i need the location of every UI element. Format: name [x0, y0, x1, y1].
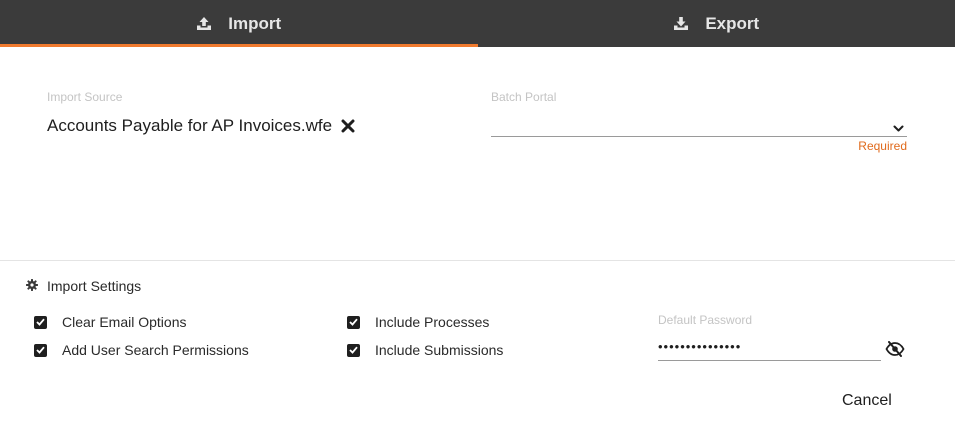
batch-portal-required: Required [858, 139, 907, 153]
tab-export[interactable]: Export [478, 0, 955, 47]
gear-icon [26, 278, 38, 294]
tab-export-label: Export [705, 13, 760, 33]
cancel-button[interactable]: Cancel [842, 392, 892, 410]
checkbox-checked-icon [34, 343, 47, 357]
upload-icon [196, 16, 212, 31]
download-icon [673, 16, 689, 31]
import-settings-header: Import Settings [26, 278, 141, 294]
import-source-filename: Accounts Payable for AP Invoices.wfe [47, 116, 333, 135]
remove-file-icon[interactable] [341, 119, 355, 133]
add-user-search-permissions-label: Add User Search Permissions [62, 342, 249, 358]
checkbox-checked-icon [347, 315, 360, 329]
include-submissions-checkbox[interactable]: Include Submissions [347, 342, 503, 358]
include-processes-checkbox[interactable]: Include Processes [347, 314, 489, 330]
tab-bar: Import Export [0, 0, 955, 47]
default-password-label: Default Password [658, 313, 753, 327]
include-processes-label: Include Processes [375, 314, 490, 330]
tab-import[interactable]: Import [0, 0, 478, 47]
checkbox-checked-icon [34, 315, 47, 329]
batch-portal-select[interactable] [491, 112, 907, 137]
tab-import-label: Import [228, 13, 282, 33]
default-password-input[interactable]: ••••••••••••••• [658, 337, 881, 361]
eye-slash-icon[interactable] [885, 341, 905, 362]
checkbox-checked-icon [347, 343, 360, 357]
include-submissions-label: Include Submissions [375, 342, 504, 358]
divider [0, 260, 955, 261]
import-source-value: Accounts Payable for AP Invoices.wfe [47, 116, 355, 136]
import-settings-title: Import Settings [47, 278, 142, 294]
import-source-label: Import Source [47, 90, 123, 104]
clear-email-options-checkbox[interactable]: Clear Email Options [34, 314, 187, 330]
batch-portal-label: Batch Portal [491, 90, 557, 104]
chevron-down-icon [893, 120, 904, 138]
clear-email-options-label: Clear Email Options [62, 314, 187, 330]
add-user-search-permissions-checkbox[interactable]: Add User Search Permissions [34, 342, 249, 358]
